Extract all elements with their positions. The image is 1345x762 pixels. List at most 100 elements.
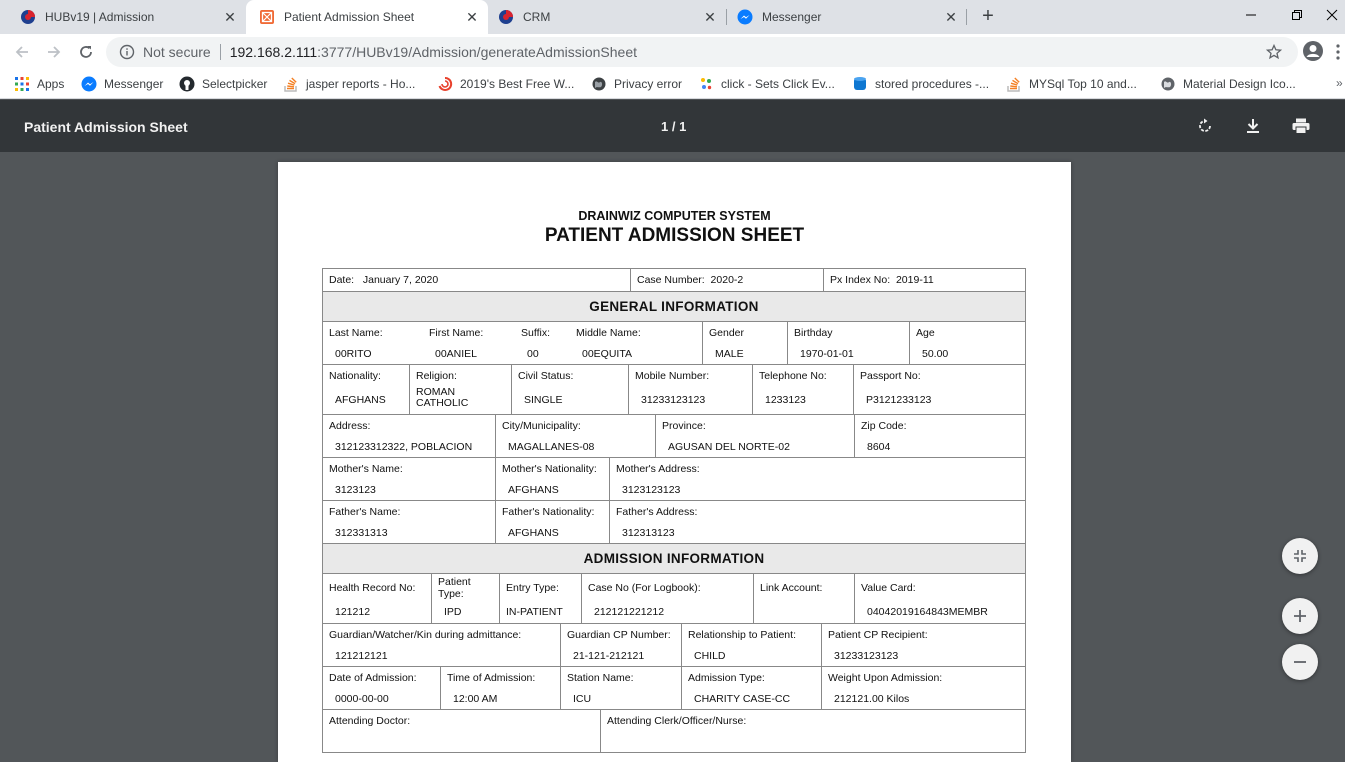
entry-type-cell: Entry Type: IN-PATIENT — [499, 574, 581, 623]
admission-information-heading: ADMISSION INFORMATION — [323, 543, 1025, 573]
last-name-cell: Last Name: 00RITO — [323, 322, 423, 364]
bookmark-privacy-error[interactable]: Privacy error — [591, 76, 682, 92]
bookmarks-overflow-button[interactable]: » — [1336, 76, 1343, 90]
field-label: Patient CP Recipient: — [828, 629, 928, 641]
plus-icon — [1294, 610, 1306, 622]
field-label: City/Municipality: — [502, 420, 581, 432]
tab-divider — [966, 9, 967, 25]
menu-kebab-icon[interactable] — [1336, 44, 1340, 60]
bookmark-material-design[interactable]: Material Design Ico... — [1160, 76, 1296, 92]
father-name-cell: Father's Name: 312331313 — [323, 501, 495, 543]
sparkle-icon — [698, 76, 714, 92]
field-label: Entry Type: — [506, 582, 559, 594]
address-bar[interactable]: Not secure 192.168.2.111:3777/HUBv19/Adm… — [106, 37, 1298, 67]
minimize-icon — [1246, 14, 1256, 16]
field-label: Religion: — [416, 370, 457, 382]
bookmark-label: 2019's Best Free W... — [460, 77, 575, 91]
field-label: Birthday — [794, 327, 833, 339]
messenger-icon — [81, 76, 97, 92]
tab-crm[interactable]: CRM ✕ — [488, 0, 726, 34]
swirl-icon — [437, 76, 453, 92]
field-value: 212121221212 — [594, 606, 665, 618]
close-tab-icon[interactable]: ✕ — [702, 9, 718, 25]
pdf-viewer[interactable]: DRAINWIZ COMPUTER SYSTEM PATIENT ADMISSI… — [0, 152, 1345, 762]
rotate-button[interactable] — [1193, 114, 1217, 138]
bookmark-stored-procedures[interactable]: stored procedures -... — [852, 76, 989, 92]
field-value: ROMAN CATHOLIC — [416, 386, 469, 409]
tab-patient-admission-sheet[interactable]: Patient Admission Sheet ✕ — [246, 0, 488, 34]
download-icon — [1247, 119, 1259, 133]
reload-button[interactable] — [74, 40, 98, 64]
px-index-label: Px Index No: — [830, 274, 891, 286]
field-label: Mother's Name: — [329, 463, 403, 475]
zoom-in-button[interactable] — [1282, 598, 1318, 634]
security-status: Not secure — [143, 44, 211, 60]
personal-info-row: Nationality: AFGHANS Religion: ROMAN CATHO… — [323, 364, 1025, 414]
tab-messenger[interactable]: Messenger ✕ — [727, 0, 967, 34]
field-label: Gender — [709, 327, 745, 339]
arrow-left-icon — [15, 46, 28, 58]
print-button[interactable] — [1289, 114, 1313, 138]
stackoverflow-icon — [283, 76, 299, 92]
link-account-cell: Link Account: — [753, 574, 854, 623]
new-tab-button[interactable]: + — [976, 5, 1000, 29]
bookmark-label: Messenger — [104, 77, 164, 91]
field-value: 1233123 — [765, 394, 806, 406]
info-icon[interactable] — [119, 44, 135, 60]
field-label: Middle Name: — [576, 327, 641, 339]
bookmark-label: Material Design Ico... — [1183, 77, 1296, 91]
guardian-cell: Guardian/Watcher/Kin during admittance: 1… — [323, 624, 560, 666]
minimize-button[interactable] — [1228, 0, 1274, 30]
patient-cp-recipient-cell: Patient CP Recipient: 31233123123 — [821, 624, 1027, 666]
bookmark-best-free[interactable]: 2019's Best Free W... — [437, 76, 574, 92]
close-tab-icon[interactable]: ✕ — [464, 9, 480, 25]
bookmark-click-sets[interactable]: click - Sets Click Ev... — [698, 76, 835, 92]
close-tab-icon[interactable]: ✕ — [943, 9, 959, 25]
forward-button[interactable] — [42, 40, 66, 64]
nationality-cell: Nationality: AFGHANS — [323, 365, 409, 414]
bookmark-apps[interactable]: Apps — [14, 76, 64, 92]
field-value: CHILD — [694, 650, 726, 662]
bookmark-mysql-top10[interactable]: MYSql Top 10 and... — [1006, 76, 1137, 92]
back-button[interactable] — [10, 40, 34, 64]
field-value: 00 — [527, 348, 539, 360]
bookmark-messenger[interactable]: Messenger — [81, 76, 163, 92]
bookmark-jasper-reports[interactable]: jasper reports - Ho... — [283, 76, 415, 92]
url-host: 192.168.2.111 — [229, 44, 318, 60]
tab-hubv19-admission[interactable]: HUBv19 | Admission ✕ — [0, 0, 246, 34]
patient-type-cell: Patient Type: IPD — [431, 574, 499, 623]
field-value: 31233123123 — [834, 650, 899, 662]
restore-button[interactable] — [1274, 0, 1320, 30]
weight-cell: Weight Upon Admission: 212121.00 Kilos — [821, 667, 1027, 709]
date-of-admission-cell: Date of Admission: 0000-00-00 — [323, 667, 440, 709]
download-button[interactable] — [1241, 114, 1265, 138]
bookmark-star-icon[interactable] — [1266, 44, 1282, 60]
field-label: Zip Code: — [861, 420, 907, 432]
close-window-button[interactable] — [1318, 0, 1345, 30]
zip-code-cell: Zip Code: 8604 — [854, 415, 1027, 457]
field-value: ICU — [573, 693, 592, 705]
profile-avatar-icon[interactable] — [1302, 40, 1324, 62]
age-cell: Age 50.00 — [909, 322, 1027, 364]
px-index-value: 2019-11 — [895, 274, 934, 286]
field-value: 0000-00-00 — [335, 693, 389, 705]
apps-grid-icon — [14, 76, 30, 92]
suffix-cell: Suffix: 00 — [515, 322, 570, 364]
record-row: Health Record No: 121212 Patient Type: IPD… — [323, 573, 1025, 623]
fit-to-page-button[interactable] — [1282, 538, 1318, 574]
rotate-icon — [1199, 118, 1211, 132]
close-tab-icon[interactable]: ✕ — [222, 9, 238, 25]
field-label: Patient Type: — [438, 576, 471, 600]
admission-type-cell: Admission Type: CHARITY CASE-CC — [681, 667, 821, 709]
address-divider — [219, 44, 221, 60]
zoom-out-button[interactable] — [1282, 644, 1318, 680]
field-label: Father's Name: — [329, 506, 401, 518]
pdf-toolbar: Patient Admission Sheet 1 / 1 — [0, 100, 1345, 152]
field-label: Mother's Address: — [616, 463, 700, 475]
github-icon — [179, 76, 195, 92]
field-value: 8604 — [867, 441, 891, 453]
field-label: First Name: — [429, 327, 484, 339]
mother-row: Mother's Name: 3123123 Mother's Nationali… — [323, 457, 1025, 500]
bookmark-selectpicker[interactable]: Selectpicker — [179, 76, 267, 92]
address-cell: Address: 312123312322, POBLACION — [323, 415, 495, 457]
